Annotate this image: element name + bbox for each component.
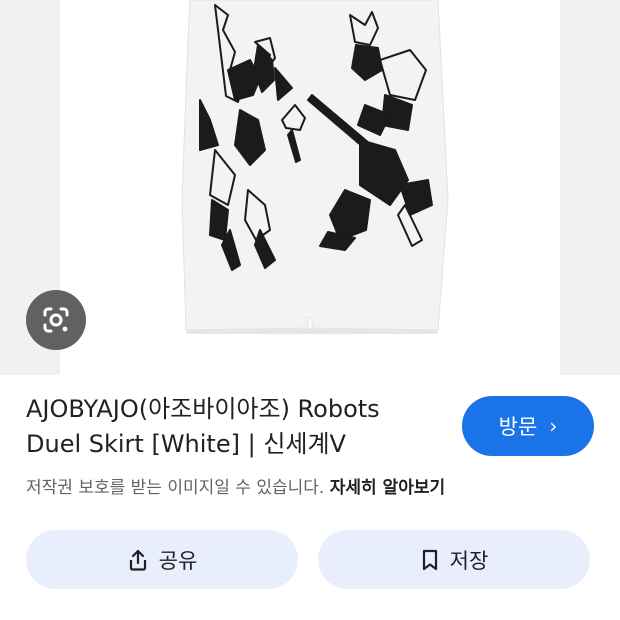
learn-more-link[interactable]: 자세히 알아보기 <box>330 478 445 498</box>
save-label: 저장 <box>449 548 489 573</box>
product-title-line2: Duel Skirt [White] | 신세계V <box>26 430 346 458</box>
visit-button[interactable]: 방문 › <box>462 396 594 456</box>
product-title-line1: AJOBYAJO(아조바이아조) Robots <box>26 395 380 423</box>
google-lens-icon <box>43 307 69 333</box>
copyright-notice: 저작권 보호를 받는 이미지일 수 있습니다. 자세히 알아보기 <box>26 476 606 500</box>
google-lens-button[interactable] <box>26 290 86 350</box>
visit-button-label: 방문 <box>498 415 538 439</box>
image-detail-panel: AJOBYAJO(아조바이아조) Robots Duel Skirt [Whit… <box>0 0 620 620</box>
share-label: 공유 <box>158 548 198 573</box>
save-button[interactable]: 저장 <box>318 530 590 589</box>
chevron-right-icon: › <box>549 414 558 438</box>
bookmark-icon <box>422 549 437 570</box>
product-image[interactable] <box>60 0 560 375</box>
image-viewer <box>0 0 620 375</box>
product-title[interactable]: AJOBYAJO(아조바이아조) Robots Duel Skirt [Whit… <box>26 392 446 462</box>
share-icon <box>129 549 146 571</box>
share-button[interactable]: 공유 <box>26 530 298 589</box>
copyright-text: 저작권 보호를 받는 이미지일 수 있습니다. <box>26 478 325 498</box>
